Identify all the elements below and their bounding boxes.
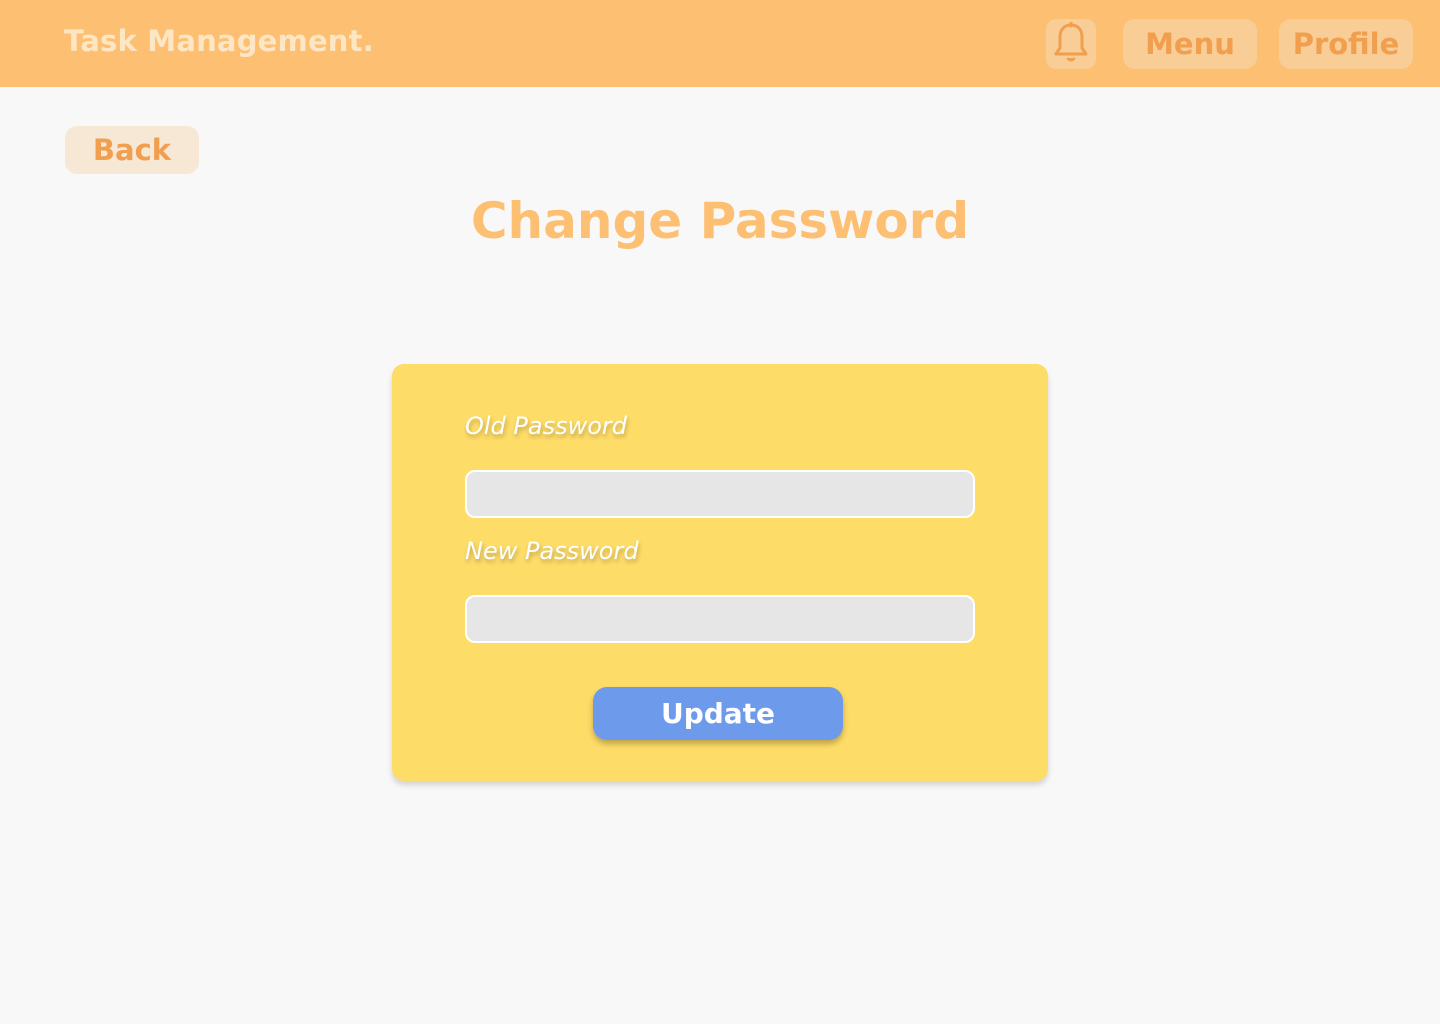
back-button[interactable]: Back xyxy=(65,126,199,174)
bell-icon xyxy=(1054,22,1088,62)
page-title: Change Password xyxy=(470,192,970,250)
profile-button[interactable]: Profile xyxy=(1279,19,1413,69)
top-navbar: Task Management. Menu Profile xyxy=(0,0,1440,87)
old-password-input[interactable] xyxy=(465,470,975,518)
app-brand: Task Management. xyxy=(64,24,374,58)
old-password-label: Old Password xyxy=(465,412,628,440)
new-password-label: New Password xyxy=(465,537,639,565)
new-password-input[interactable] xyxy=(465,595,975,643)
update-button[interactable]: Update xyxy=(593,687,843,740)
menu-button[interactable]: Menu xyxy=(1123,19,1257,69)
notifications-button[interactable] xyxy=(1046,19,1096,69)
change-password-form: Old Password New Password Update xyxy=(392,364,1048,781)
